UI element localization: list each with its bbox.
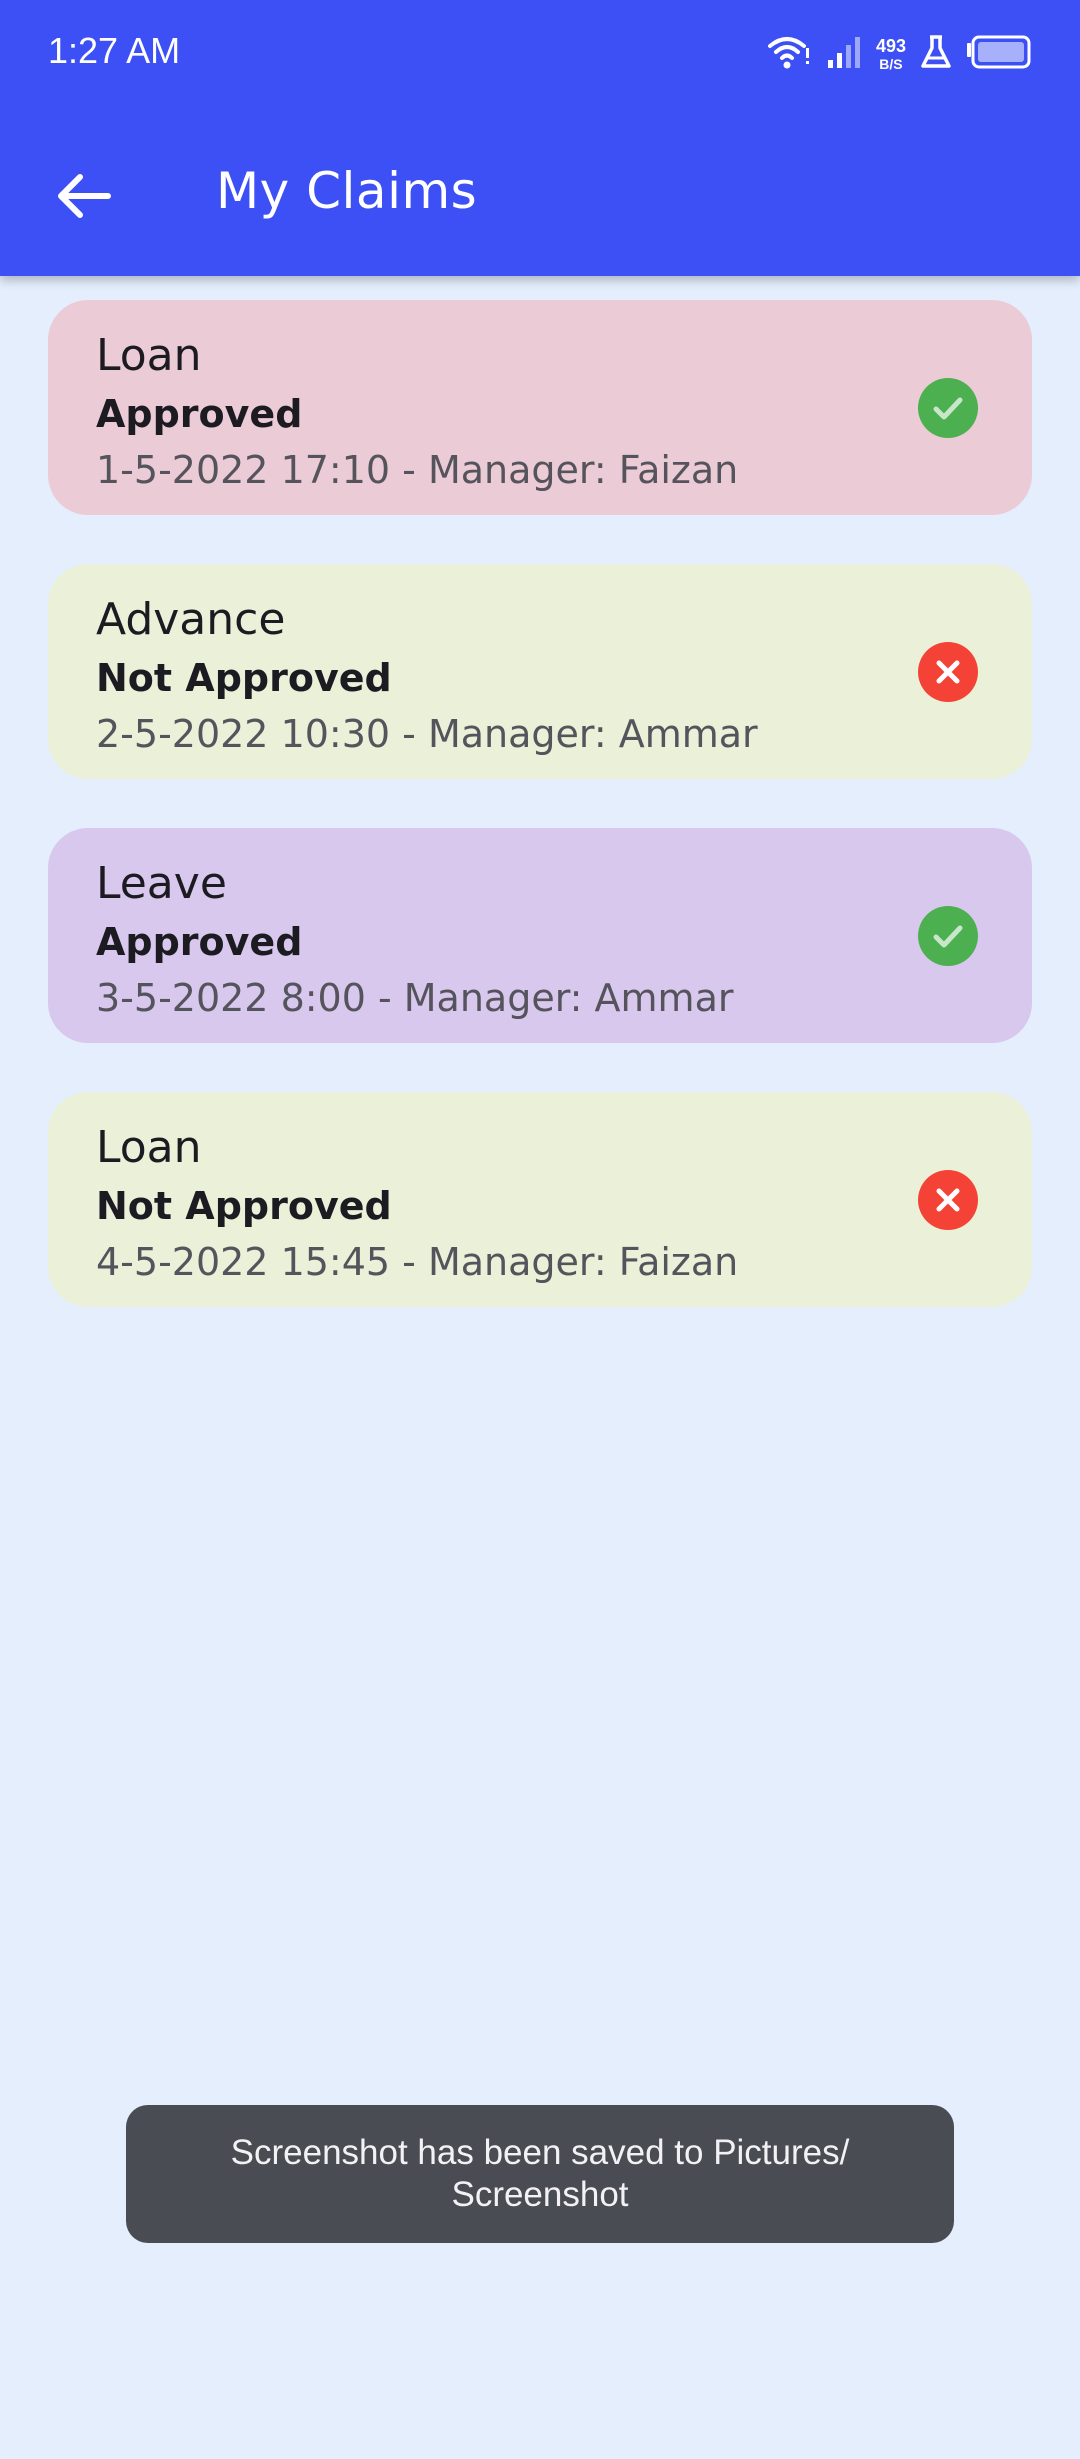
claim-meta: 2-5-2022 10:30 - Manager: Ammar (96, 712, 758, 756)
check-circle-icon (918, 906, 978, 966)
claim-type: Advance (96, 594, 286, 645)
claim-status: Approved (96, 920, 303, 964)
net-speed: 493 B/S (876, 37, 906, 71)
claim-card[interactable]: Leave Approved 3-5-2022 8:00 - Manager: … (48, 828, 1032, 1043)
signal-icon (826, 34, 862, 74)
cancel-circle-icon (918, 642, 978, 702)
toast-message: Screenshot has been saved to Pictures/ S… (231, 2132, 850, 2216)
screenshot-toast: Screenshot has been saved to Pictures/ S… (126, 2105, 954, 2243)
claim-status: Not Approved (96, 1184, 392, 1228)
claim-status: Approved (96, 392, 303, 436)
toast-line-2: Screenshot (451, 2175, 629, 2214)
page-title: My Claims (216, 162, 478, 220)
back-button[interactable] (44, 158, 124, 238)
arrow-left-icon (56, 172, 112, 224)
toolbar: My Claims (0, 110, 1080, 276)
claim-type: Loan (96, 330, 202, 381)
net-speed-value: 493 (875, 36, 906, 56)
claim-card[interactable]: Advance Not Approved 2-5-2022 10:30 - Ma… (48, 564, 1032, 779)
claim-card[interactable]: Loan Not Approved 4-5-2022 15:45 - Manag… (48, 1092, 1032, 1307)
claim-status: Not Approved (96, 656, 392, 700)
check-circle-icon (918, 378, 978, 438)
battery-icon (966, 34, 1032, 74)
claim-card[interactable]: Loan Approved 1-5-2022 17:10 - Manager: … (48, 300, 1032, 515)
claim-meta: 3-5-2022 8:00 - Manager: Ammar (96, 976, 734, 1020)
claim-meta: 4-5-2022 15:45 - Manager: Faizan (96, 1240, 739, 1284)
toast-line-1: Screenshot has been saved to Pictures/ (230, 2133, 850, 2172)
net-speed-unit: B/S (879, 56, 903, 72)
cancel-circle-icon (918, 1170, 978, 1230)
claim-type: Leave (96, 858, 227, 909)
flask-icon (920, 34, 952, 74)
status-time: 1:27 AM (48, 30, 181, 71)
claim-meta: 1-5-2022 17:10 - Manager: Faizan (96, 448, 739, 492)
claims-list: Loan Approved 1-5-2022 17:10 - Manager: … (48, 300, 1032, 1356)
status-bar: 1:27 AM 493 B/S (0, 0, 1080, 110)
status-icons: 493 B/S (766, 30, 1032, 78)
claim-type: Loan (96, 1122, 202, 1173)
wifi-icon (766, 34, 812, 74)
app-bar: 1:27 AM 493 B/S My Claims (0, 0, 1080, 276)
